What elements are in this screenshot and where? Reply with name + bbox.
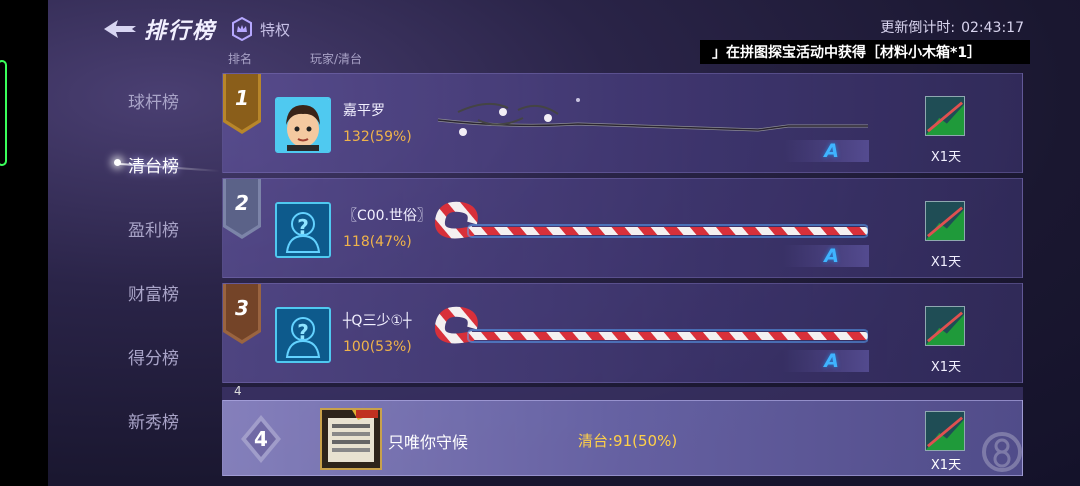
cue-grade-bar: A — [783, 245, 869, 267]
edge-indicator — [0, 60, 7, 166]
svg-text:?: ? — [297, 320, 309, 344]
ranking-row-partial: 4 — [222, 384, 1023, 401]
decor-ring-icon — [982, 432, 1022, 472]
sidebar-item-cue[interactable]: 球杆榜 — [128, 88, 179, 113]
my-name: 只唯你守候 — [388, 433, 469, 452]
player-name: 嘉平罗 — [343, 103, 385, 119]
sidebar-item-profit[interactable]: 盈利榜 — [128, 216, 179, 241]
rank-number: 3 — [235, 296, 249, 320]
reward-duration: X1天 — [930, 360, 962, 375]
svip-frame-icon — [322, 410, 380, 468]
my-reward-duration: X1天 — [930, 458, 962, 473]
sidebar-item-rookie[interactable]: 新秀榜 — [128, 408, 179, 433]
screen-edge — [0, 0, 48, 486]
unknown-user-icon: ? — [277, 204, 329, 256]
crown-badge-icon — [232, 17, 253, 41]
rank-number: 4 — [234, 384, 242, 398]
cue-grade-bar: A — [783, 140, 869, 162]
countdown-value: 02:43:17 — [961, 20, 1024, 36]
player-score: 132(59%) — [343, 129, 412, 145]
player-avatar[interactable]: ? — [275, 307, 331, 363]
cue-reward-icon[interactable] — [925, 96, 965, 136]
reward-duration: X1天 — [930, 150, 962, 165]
cartoon-face-icon — [277, 99, 329, 151]
page-title: 排行榜 — [144, 19, 217, 44]
ranking-row[interactable]: 3 ? ┼Q三少①┼ 100(53%) A X1天 — [222, 283, 1023, 383]
sidebar-item-wealth[interactable]: 财富榜 — [128, 280, 179, 305]
column-rank: 排名 — [228, 52, 253, 66]
cue-grade: A — [824, 140, 839, 162]
my-avatar[interactable] — [320, 408, 382, 470]
rank-number: 2 — [235, 191, 249, 215]
player-name: 〖C00.世俗〗 — [343, 208, 432, 224]
column-player: 玩家/清台 — [310, 52, 363, 66]
privilege-label: 特权 — [260, 20, 291, 39]
my-rank-number: 4 — [254, 427, 268, 451]
player-avatar[interactable]: ? — [275, 202, 331, 258]
update-countdown: 更新倒计时: 02:43:17 — [874, 17, 1024, 37]
cue-grade-bar: A — [783, 350, 869, 372]
ranking-row[interactable]: 1 嘉平罗 132(59%) A X1天 — [222, 73, 1023, 173]
player-avatar[interactable] — [275, 97, 331, 153]
header: 排行榜 特权 — [100, 10, 290, 48]
cue-grade: A — [824, 350, 839, 372]
player-score: 118(47%) — [343, 234, 412, 250]
sidebar-item-clear[interactable]: 清台榜 — [128, 152, 179, 177]
rank-number: 1 — [235, 86, 249, 110]
player-score: 100(53%) — [343, 339, 412, 355]
cue-grade: A — [824, 245, 839, 267]
cue-reward-icon[interactable] — [925, 201, 965, 241]
privilege-button[interactable]: 特权 — [230, 17, 290, 41]
reward-duration: X1天 — [930, 255, 962, 270]
player-name: ┼Q三少①┼ — [343, 313, 412, 329]
back-arrow-icon[interactable] — [100, 14, 140, 44]
svg-text:?: ? — [297, 215, 309, 239]
countdown-label: 更新倒计时: — [880, 20, 956, 36]
cue-reward-icon[interactable] — [925, 306, 965, 346]
unknown-user-icon: ? — [277, 309, 329, 361]
my-ranking-row[interactable]: 4 只唯你守候 清台:91(50%) X1天 — [222, 400, 1023, 476]
broadcast-notice: 」在拼图探宝活动中获得［材料小木箱*1］ — [700, 40, 1030, 64]
cue-reward-icon[interactable] — [925, 411, 965, 451]
my-score: 清台:91(50%) — [578, 432, 678, 450]
ranking-row[interactable]: 2 ? 〖C00.世俗〗 118(47%) A X1天 — [222, 178, 1023, 278]
sidebar-item-score[interactable]: 得分榜 — [128, 344, 179, 369]
